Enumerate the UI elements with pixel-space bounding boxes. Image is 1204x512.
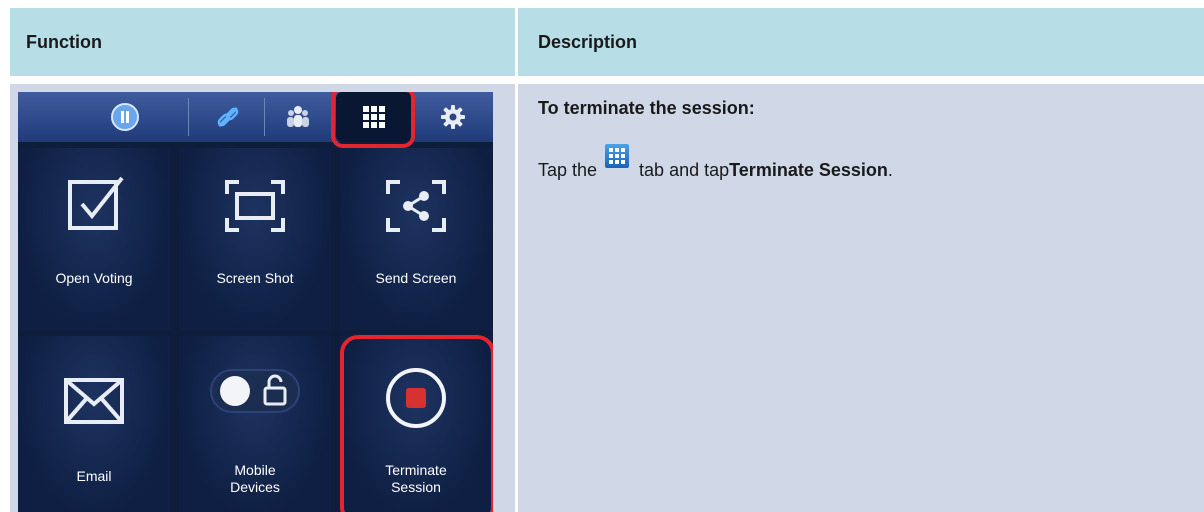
grid-tab-highlight [331, 92, 415, 148]
send-screen-tile[interactable]: Send Screen [340, 148, 492, 330]
tab-bar [18, 92, 493, 142]
link-tab[interactable] [193, 92, 263, 142]
tile-label: Send Screen [375, 270, 457, 286]
checkbox-icon [68, 176, 124, 230]
group-tab[interactable] [263, 92, 333, 142]
open-voting-tile[interactable]: Open Voting [18, 148, 170, 330]
terminate-session-highlight [340, 335, 493, 512]
mobile-devices-tile[interactable]: Mobile Devices [179, 336, 331, 512]
function-cell: Open Voting Screen Shot Send Screen Emai… [10, 84, 515, 512]
email-tile[interactable]: Email [18, 336, 170, 512]
tile-label: Screen Shot [216, 270, 294, 286]
description-cell: To terminate the session: Tap the tab an… [518, 84, 1204, 512]
settings-tab[interactable] [418, 92, 488, 142]
share-icon [386, 180, 446, 232]
screenshot-icon [225, 180, 285, 232]
tile-label: Open Voting [55, 270, 133, 286]
header-description: Description [518, 8, 1204, 76]
app-screenshot: Open Voting Screen Shot Send Screen Emai… [18, 92, 493, 512]
settings-icon [441, 105, 465, 129]
tile-label: Email [76, 468, 112, 484]
function-table: Function Description Open Voting Screen … [10, 8, 1204, 512]
screen-shot-tile[interactable]: Screen Shot [179, 148, 331, 330]
description-instruction: Tap the tab and tapTerminate Session. [538, 144, 893, 181]
header-function: Function [10, 8, 515, 76]
group-icon [287, 106, 309, 127]
pause-icon [111, 103, 139, 131]
envelope-icon [64, 378, 124, 424]
grid-icon [605, 144, 630, 168]
link-icon [217, 107, 239, 127]
pause-tab[interactable] [90, 92, 160, 142]
tile-label: Mobile Devices [230, 462, 280, 495]
description-title: To terminate the session: [538, 98, 755, 118]
toggle-lock-icon [210, 369, 300, 413]
